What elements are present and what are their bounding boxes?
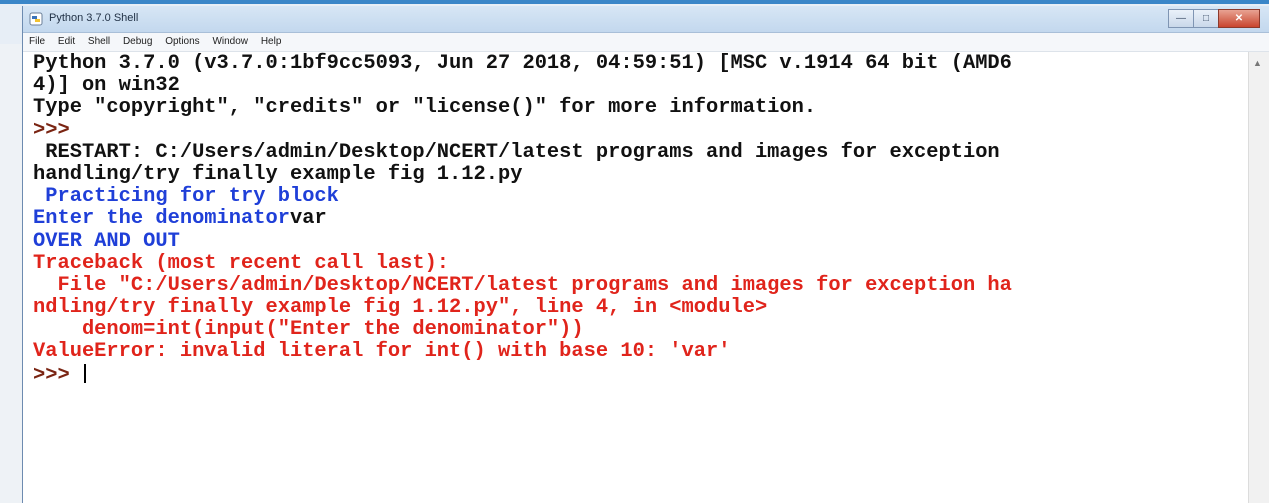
title-bar[interactable]: Python 3.7.0 Shell — □ ✕ — [23, 6, 1269, 33]
shell-line: Traceback (most recent call last): — [33, 251, 1012, 275]
shell-line: ValueError: invalid literal for int() wi… — [33, 341, 1012, 363]
scroll-up-icon[interactable]: ▲ — [1253, 58, 1262, 68]
shell-line-text: 4)] on win32 — [33, 74, 180, 98]
shell-line-text: File "C:/Users/admin/Desktop/NCERT/lates… — [33, 273, 1012, 297]
menu-options[interactable]: Options — [159, 33, 203, 47]
menu-edit[interactable]: Edit — [52, 33, 79, 47]
shell-line-text: >>> — [33, 363, 82, 387]
menu-debug[interactable]: Debug — [117, 33, 156, 47]
shell-line: Type "copyright", "credits" or "license(… — [33, 97, 1012, 119]
menu-shell[interactable]: Shell — [82, 33, 114, 47]
shell-text-area[interactable]: Python 3.7.0 (v3.7.0:1bf9cc5093, Jun 27 … — [23, 52, 1249, 503]
shell-line-text: Enter the denominator — [33, 207, 290, 231]
window-frame-top — [0, 0, 1269, 4]
shell-line-text: ndling/try finally example fig 1.12.py",… — [33, 296, 768, 320]
python-idle-icon — [29, 12, 43, 26]
menu-help[interactable]: Help — [255, 33, 286, 47]
window-title: Python 3.7.0 Shell — [49, 12, 139, 24]
python-shell-window: Python 3.7.0 Shell — □ ✕ File Edit Shell… — [22, 6, 1269, 503]
shell-line: File "C:/Users/admin/Desktop/NCERT/lates… — [33, 273, 1012, 297]
shell-line-text: Traceback (most recent call last): — [33, 251, 450, 275]
shell-line-text: ValueError: invalid literal for int() wi… — [33, 340, 731, 364]
shell-line-text: OVER AND OUT — [33, 229, 180, 253]
shell-line-text: Python 3.7.0 (v3.7.0:1bf9cc5093, Jun 27 … — [33, 52, 1012, 75]
maximize-icon[interactable]: □ — [1193, 9, 1219, 28]
shell-line: Practicing for try block — [33, 186, 1012, 208]
desktop-background: Python 3.7.0 Shell — □ ✕ File Edit Shell… — [0, 0, 1269, 503]
shell-line-text: Type "copyright", "credits" or "license(… — [33, 96, 817, 120]
shell-line: ndling/try finally example fig 1.12.py",… — [33, 296, 1012, 320]
shell-line: Python 3.7.0 (v3.7.0:1bf9cc5093, Jun 27 … — [33, 52, 1012, 75]
shell-line: handling/try finally example fig 1.12.py — [33, 162, 1012, 186]
shell-line: >>> — [33, 363, 1012, 387]
shell-line: denom=int(input("Enter the denominator")… — [33, 319, 1012, 341]
window-controls: — □ ✕ — [1168, 9, 1260, 28]
minimize-icon[interactable]: — — [1168, 9, 1194, 28]
close-icon[interactable]: ✕ — [1218, 9, 1260, 28]
menu-window[interactable]: Window — [206, 33, 252, 47]
shell-line: Enter the denominatorvar — [33, 208, 1012, 230]
shell-line-text: >>> — [33, 118, 70, 142]
shell-line-text: RESTART: C:/Users/admin/Desktop/NCERT/la… — [33, 140, 1000, 164]
shell-line: RESTART: C:/Users/admin/Desktop/NCERT/la… — [33, 140, 1012, 164]
shell-line-text: denom=int(input("Enter the denominator")… — [33, 318, 584, 342]
shell-line-text: Practicing for try block — [33, 185, 339, 209]
shell-output: Python 3.7.0 (v3.7.0:1bf9cc5093, Jun 27 … — [33, 52, 1012, 387]
shell-line-text: handling/try finally example fig 1.12.py — [33, 162, 523, 186]
shell-line: OVER AND OUT — [33, 229, 1012, 253]
menu-bar: File Edit Shell Debug Options Window Hel… — [23, 33, 1269, 52]
shell-line: 4)] on win32 — [33, 75, 1012, 97]
menu-file[interactable]: File — [23, 33, 49, 47]
vertical-scrollbar[interactable]: ▲ — [1248, 52, 1269, 503]
text-cursor — [83, 363, 86, 383]
user-input-text: var — [289, 207, 327, 231]
shell-line: >>> — [33, 118, 1012, 142]
background-window-edge — [0, 44, 23, 503]
